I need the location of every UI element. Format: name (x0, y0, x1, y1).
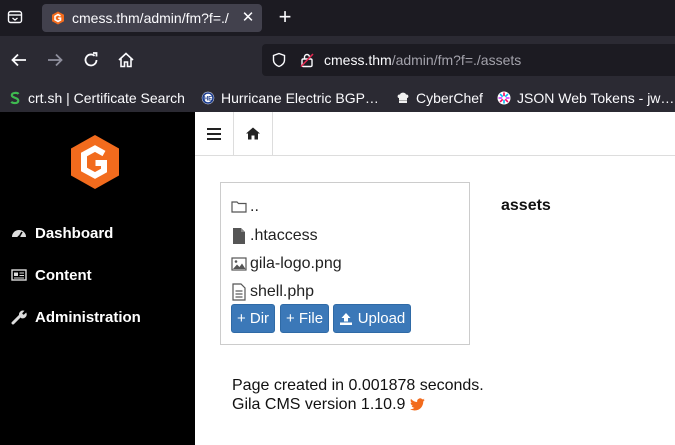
page-created-text: Page created in 0.001878 seconds. (232, 377, 484, 394)
sidebar-item-content[interactable]: Content (0, 260, 195, 290)
sidebar-item-label: Administration (35, 308, 141, 326)
page-footer: Page created in 0.001878 seconds. Gila C… (232, 376, 484, 414)
url-host: cmess.thm (324, 52, 392, 68)
bookmark-label: CyberChef (416, 90, 483, 106)
sidebar-item-administration[interactable]: Administration (0, 302, 195, 332)
file-name: shell.php (250, 283, 315, 300)
file-name: .htaccess (250, 227, 318, 244)
bookmarks-toolbar: crt.sh | Certificate Search HE Hurricane… (0, 84, 675, 112)
bookmark-crtsh[interactable]: crt.sh | Certificate Search (8, 87, 185, 109)
dashboard-icon (12, 230, 26, 239)
insecure-lock-icon[interactable] (299, 52, 315, 68)
wrench-icon (11, 310, 27, 325)
sidebar-item-dashboard[interactable]: Dashboard (0, 218, 195, 248)
menu-toggle-button[interactable] (195, 112, 234, 155)
gila-favicon-icon (52, 11, 64, 25)
url-bar[interactable]: cmess.thm/admin/fm?f=./assets (262, 44, 675, 76)
file-item-shell-php[interactable]: shell.php (231, 281, 314, 303)
text-file-icon (232, 283, 246, 301)
version-line: Gila CMS version 1.10.9 (232, 395, 484, 414)
upload-label: Upload (357, 310, 406, 327)
tab-list-icon[interactable] (7, 9, 23, 25)
tab-close-button[interactable]: ✕ (240, 8, 256, 28)
home-icon (246, 127, 260, 140)
reload-icon[interactable] (81, 50, 101, 70)
sidebar-item-label: Content (35, 266, 92, 284)
bookmark-label: JSON Web Tokens - jw… (517, 90, 675, 106)
add-dir-button[interactable]: + Dir (231, 304, 275, 333)
add-file-button[interactable]: + File (280, 304, 329, 333)
url-path: /admin/fm?f=./assets (391, 52, 522, 68)
forward-arrow-icon[interactable] (45, 50, 65, 70)
new-tab-button[interactable]: + (275, 6, 295, 30)
bookmark-cyberchef[interactable]: CyberChef (396, 87, 483, 109)
upload-icon (339, 312, 352, 325)
admin-sidebar: Dashboard Content Administration (0, 112, 195, 445)
bookmark-label: Hurricane Electric BGP… (221, 90, 379, 106)
current-folder-title: assets (501, 197, 551, 214)
upload-button[interactable]: Upload (333, 304, 411, 333)
gila-logo-icon[interactable] (67, 134, 123, 190)
browser-tab-bar: cmess.thm/admin/fm?f=./ ✕ + (0, 0, 675, 36)
file-item-gila-logo[interactable]: gila-logo.png (231, 253, 342, 275)
sidebar-item-label: Dashboard (35, 224, 114, 242)
hamburger-icon (207, 127, 221, 140)
bookmark-label: crt.sh | Certificate Search (28, 90, 185, 106)
jwt-icon (497, 91, 511, 105)
svg-text:HE: HE (204, 97, 212, 103)
file-manager-panel: .. .htaccess gila-logo.png shell.php + D… (220, 182, 470, 345)
bookmark-jwt[interactable]: JSON Web Tokens - jw… (497, 87, 674, 109)
tracking-shield-icon[interactable] (271, 52, 287, 68)
newspaper-icon (11, 269, 27, 281)
he-bgp-icon: HE (201, 91, 215, 105)
file-icon (233, 228, 245, 244)
cms-version-text: Gila CMS version 1.10.9 (232, 396, 406, 413)
back-arrow-icon[interactable] (9, 50, 29, 70)
url-text[interactable]: cmess.thm/admin/fm?f=./assets (324, 52, 521, 68)
browser-nav-bar: cmess.thm/admin/fm?f=./assets (0, 36, 675, 84)
cyberchef-icon (397, 92, 409, 103)
folder-icon (231, 201, 247, 213)
file-name: .. (250, 198, 259, 215)
home-button[interactable] (234, 112, 273, 155)
browser-tab[interactable]: cmess.thm/admin/fm?f=./ ✕ (42, 4, 262, 32)
file-item-htaccess[interactable]: .htaccess (231, 225, 318, 247)
file-item-parent[interactable]: .. (231, 196, 259, 218)
bookmark-he-bgp[interactable]: HE Hurricane Electric BGP… (201, 87, 379, 109)
tab-title: cmess.thm/admin/fm?f=./ (72, 10, 229, 26)
admin-topbar (195, 112, 675, 156)
home-icon[interactable] (116, 50, 136, 70)
file-name: gila-logo.png (250, 255, 342, 272)
crtsh-icon (10, 91, 20, 105)
twitter-icon[interactable] (410, 398, 426, 411)
image-file-icon (231, 257, 247, 271)
